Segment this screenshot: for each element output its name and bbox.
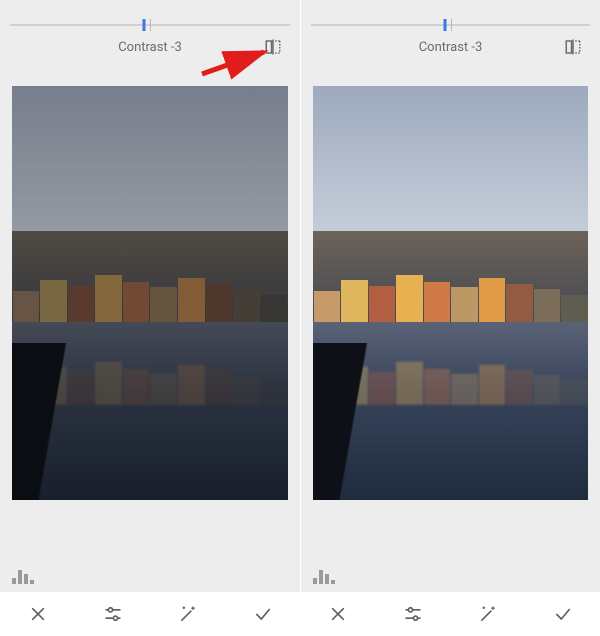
slider-area — [0, 0, 300, 26]
bottom-toolbar — [0, 592, 300, 636]
compare-button[interactable] — [264, 38, 282, 56]
adjustment-label-row: Contrast -3 — [0, 26, 300, 68]
photo-canvas[interactable] — [313, 86, 588, 500]
photo-canvas[interactable] — [12, 86, 288, 500]
compare-button[interactable] — [564, 38, 582, 56]
confirm-button[interactable] — [225, 592, 300, 636]
editor-panel-left: Contrast -3 — [0, 0, 300, 636]
check-icon — [553, 604, 573, 624]
magic-wand-icon — [478, 604, 498, 624]
close-icon — [28, 604, 48, 624]
compare-icon — [564, 38, 582, 56]
photo-canvas-wrap — [301, 68, 600, 636]
adjustment-label: Contrast -3 — [118, 40, 182, 55]
cancel-button[interactable] — [0, 592, 75, 636]
magic-wand-icon — [178, 604, 198, 624]
editor-panel-right: Contrast -3 — [300, 0, 600, 636]
slider-area — [301, 0, 600, 26]
histogram-button[interactable] — [313, 570, 335, 584]
tune-button[interactable] — [75, 592, 150, 636]
adjustment-label: Contrast -3 — [419, 40, 483, 55]
histogram-button[interactable] — [12, 570, 34, 584]
auto-button[interactable] — [150, 592, 225, 636]
close-icon — [328, 604, 348, 624]
photo-canvas-wrap — [0, 68, 300, 636]
sliders-icon — [103, 604, 123, 624]
sliders-icon — [403, 604, 423, 624]
bottom-toolbar — [301, 592, 600, 636]
photo-buildings — [12, 231, 288, 322]
photo-buildings — [313, 231, 588, 322]
adjustment-label-row: Contrast -3 — [301, 26, 600, 68]
check-icon — [253, 604, 273, 624]
confirm-button[interactable] — [525, 592, 600, 636]
compare-icon — [264, 38, 282, 56]
tune-button[interactable] — [376, 592, 451, 636]
cancel-button[interactable] — [301, 592, 376, 636]
auto-button[interactable] — [451, 592, 526, 636]
